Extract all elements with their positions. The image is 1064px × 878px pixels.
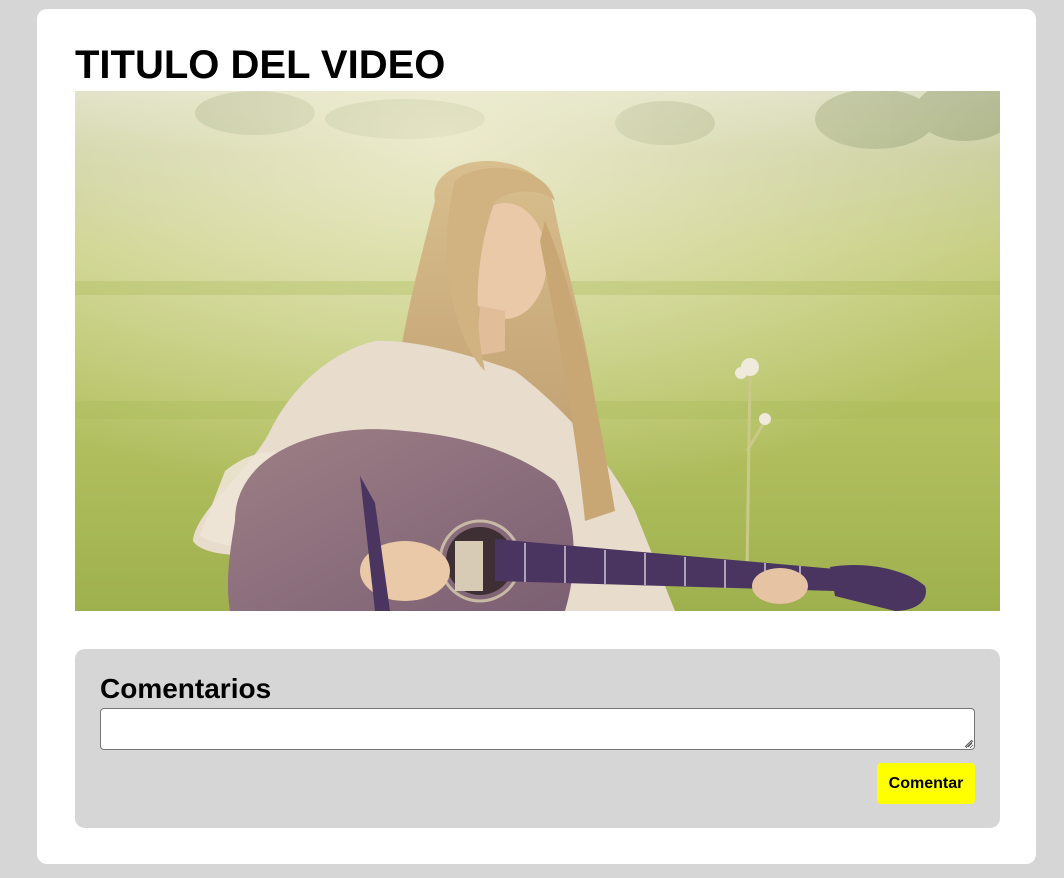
comments-heading: Comentarios <box>100 673 272 704</box>
video-thumbnail[interactable] <box>75 91 1000 611</box>
thumbnail-image <box>75 91 1000 611</box>
comments-panel: Comentarios Comentar <box>75 649 1000 828</box>
comment-submit-button[interactable]: Comentar <box>877 763 975 804</box>
video-title: TITULO DEL VIDEO <box>75 43 446 87</box>
video-card: TITULO DEL VIDEO Comentarios Comentar <box>37 9 1036 864</box>
comment-input[interactable] <box>100 708 975 750</box>
